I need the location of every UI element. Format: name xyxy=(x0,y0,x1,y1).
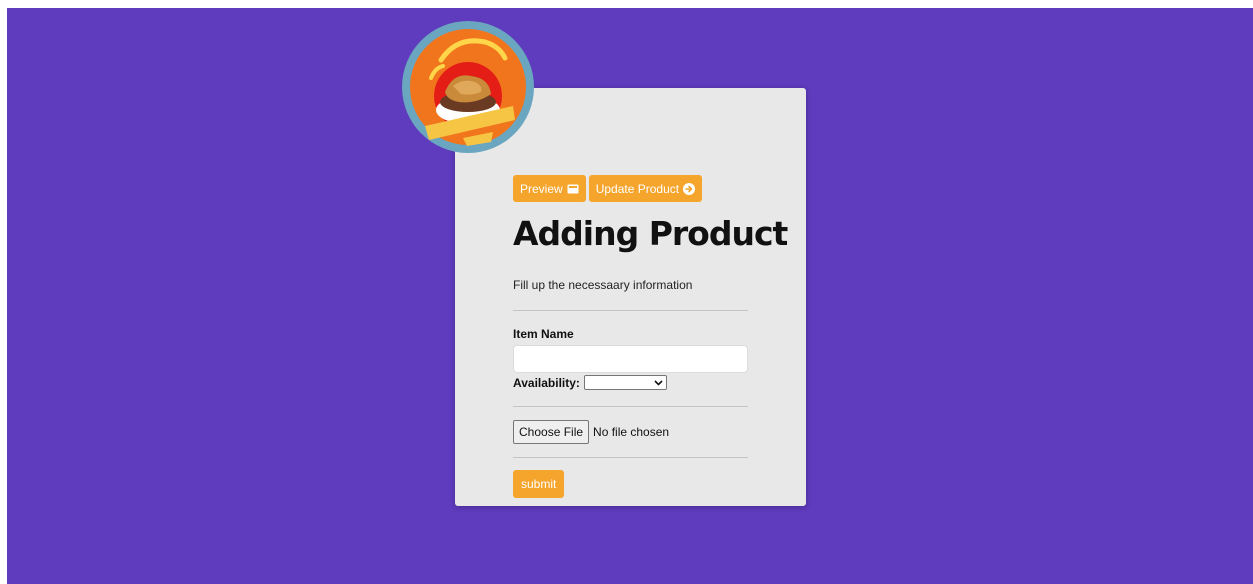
file-status-text: No file chosen xyxy=(593,425,670,439)
page-background: Preview Update Product Adding Product Fi… xyxy=(7,8,1253,584)
preview-button[interactable]: Preview xyxy=(513,175,586,202)
divider-middle xyxy=(513,406,748,407)
availability-select[interactable] xyxy=(583,375,667,390)
item-name-label: Item Name xyxy=(513,327,574,341)
item-name-input[interactable] xyxy=(513,345,748,373)
arrow-right-circle-icon xyxy=(683,182,696,195)
toolbar: Preview Update Product xyxy=(513,175,703,202)
divider-top xyxy=(513,310,748,311)
preview-icon xyxy=(567,184,579,193)
brand-logo xyxy=(401,20,535,154)
divider-bottom xyxy=(513,457,748,458)
chevron-down-icon xyxy=(654,380,663,386)
update-product-button-label: Update Product xyxy=(595,181,680,196)
page-title: Adding Product xyxy=(513,214,788,253)
preview-button-label: Preview xyxy=(520,181,563,196)
availability-row: Availability: xyxy=(513,375,667,390)
file-upload-row: Choose File No file chosen xyxy=(513,420,669,444)
submit-button[interactable]: submit xyxy=(513,470,565,498)
availability-label: Availability: xyxy=(513,375,580,390)
choose-file-button[interactable]: Choose File xyxy=(513,420,590,444)
update-product-button[interactable]: Update Product xyxy=(588,175,703,202)
form-instructions: Fill up the necessaary information xyxy=(513,278,693,292)
brand-logo-graphic xyxy=(402,21,534,153)
